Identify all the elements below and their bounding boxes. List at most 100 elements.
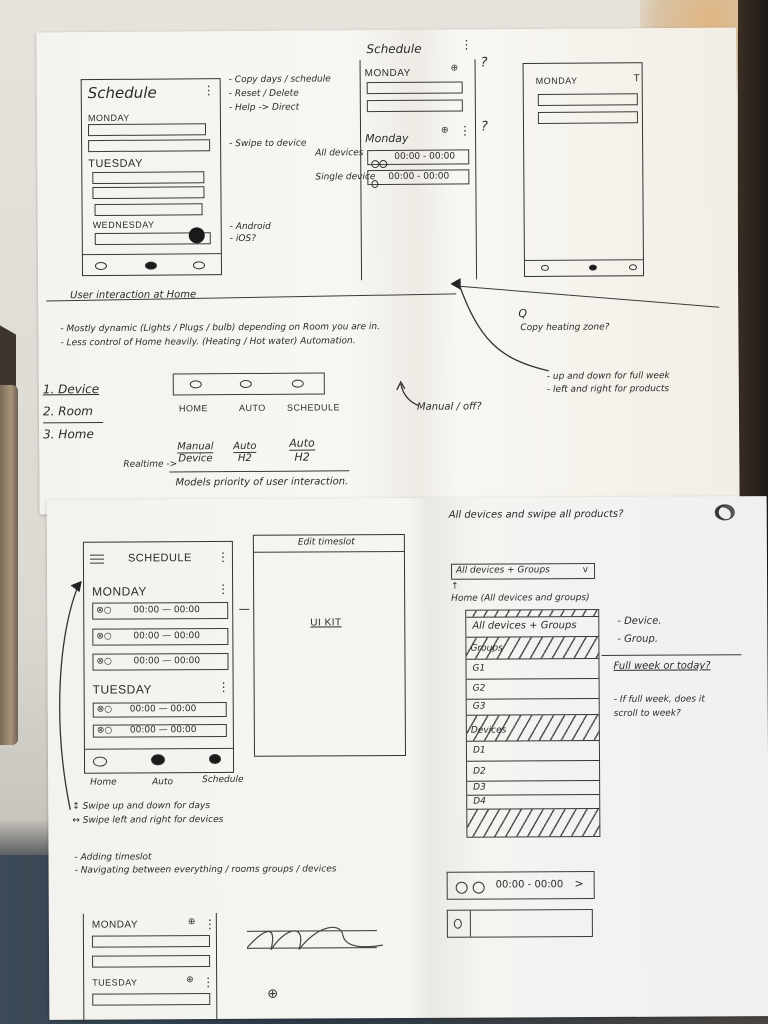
timeslot-placeholder (88, 139, 211, 153)
priority-item: 2. Room (42, 404, 94, 419)
day-label: TUESDAY (92, 977, 138, 988)
list-item: D3 (467, 780, 600, 796)
kebab-menu-icon: ⋮ (458, 123, 471, 138)
question-mark: ? (480, 119, 488, 135)
day-label: MONDAY (92, 584, 147, 599)
annotation-list: - Copy days / schedule - Reset / Delete … (229, 72, 332, 151)
nav-label-auto: AUTO (238, 402, 266, 414)
plus-circle-icon: ⊕ (450, 63, 459, 74)
toggle-icons: ⊗○ (96, 704, 113, 715)
swipe-note: ↔ Swipe left and right for devices (72, 814, 224, 826)
nav-icon (588, 264, 598, 271)
nav-icon-schedule (291, 379, 304, 388)
hamburger-menu-icon (89, 554, 104, 564)
list-item: D2 (467, 760, 600, 782)
priority-item: 1. Device (42, 382, 100, 397)
timeslot-placeholder (366, 99, 463, 113)
chevron-right-icon[interactable]: > (574, 877, 583, 890)
timeslot-placeholder (94, 203, 203, 217)
toggle-icons: ⊗○ (96, 631, 112, 642)
list-item: G3 (466, 699, 599, 716)
priority-item: 3. Home (43, 421, 104, 446)
day-label: WEDNESDAY (92, 219, 155, 231)
scribble (246, 926, 384, 951)
side-note: - Device. (617, 615, 662, 627)
add-fab-plus-circle-icon: ⊕ (267, 986, 279, 1002)
device-row: 00:00 - 00:00 (367, 169, 470, 189)
arrow-up-icon: ↑ (451, 581, 459, 592)
device-list: All devices + Groups Groups G1 G2 G3 Dev… (465, 608, 601, 838)
annotation: - Reset / Delete (228, 88, 299, 100)
toggle-icons: ⊗○ (96, 725, 113, 736)
caption-divider (169, 470, 350, 473)
timeslot-row: ⊗○ 00:00 — 00:00 (92, 601, 229, 620)
list-item: D4 (467, 794, 600, 810)
title-divider (253, 551, 404, 553)
nav-icon-auto (239, 379, 252, 389)
timeslot-placeholder (366, 81, 463, 95)
timeslot-placeholder (92, 993, 211, 1006)
nav-label-schedule: Schedule (202, 774, 244, 786)
week-question: Full week or today? (613, 660, 711, 672)
row-label-all-devices: All devices (315, 148, 364, 159)
list-item: All devices + Groups (466, 617, 599, 638)
day-label: MONDAY (535, 75, 578, 86)
drop-icon (453, 918, 462, 929)
time-range: 00:00 - 00:00 (495, 879, 564, 891)
nav-bar-sketch (172, 372, 325, 396)
timeslot-row: ⊗○ 00:00 — 00:00 (92, 723, 227, 738)
time-range: 00:00 — 00:00 (133, 631, 200, 642)
timeslot-placeholder (537, 93, 638, 106)
time-range: 00:00 - 00:00 (394, 151, 456, 162)
timeslot-row-compact[interactable] (446, 909, 593, 938)
platform-note: - Android (229, 221, 271, 233)
nav-icon-home (189, 380, 202, 389)
nav-icon-home (92, 756, 108, 767)
note-line: - Less control of Home heavily. (Heating… (60, 336, 356, 349)
sketch-title: SCHEDULE (127, 552, 192, 565)
kebab-menu-icon: ⋮ (217, 679, 229, 694)
side-notes: - Device. - Group. (617, 613, 661, 649)
day-label: MONDAY (91, 919, 139, 931)
nav-icon (540, 264, 550, 271)
feature-notes: - Adding timeslot - Navigating between e… (74, 850, 336, 877)
priority-list: 1. Device 2. Room 3. Home (42, 378, 104, 446)
annotation: - Help -> Direct (228, 102, 300, 114)
nav-label-home: Home (90, 777, 117, 788)
arrow-manual (396, 380, 420, 407)
kebab-menu-icon: ⋮ (460, 37, 472, 52)
timeslot-placeholder (92, 186, 205, 200)
sketch-schedule-a: Schedule ⋮ MONDAY TUESDAY WEDNESDAY (80, 78, 223, 277)
list-item: G2 (466, 679, 599, 700)
timeslot-row: ⊗○ 00:00 — 00:00 (92, 701, 227, 718)
swipe-note: - left and right for products (546, 384, 670, 395)
nav-label-schedule: SCHEDULE (286, 402, 341, 413)
sketch-schedule-b: MONDAY ⊕ Monday ⊕ ⋮ 00:00 - 00:00 00:00 … (359, 59, 478, 281)
day-label: TUESDAY (88, 157, 143, 171)
question-mark: ? (480, 55, 488, 71)
sketch-title: Schedule (366, 41, 422, 57)
chevron-down-icon: v (582, 565, 589, 576)
day-label: TUESDAY (92, 682, 152, 697)
priority-caption: Models priority of user interaction. (175, 476, 349, 489)
plus-circle-icon: ⊕ (187, 917, 196, 928)
list-hatch (467, 808, 600, 838)
platform-notes: - Android - iOS? (230, 221, 271, 245)
plus-circle-icon: ⊕ (186, 975, 194, 986)
time-range: 00:00 — 00:00 (129, 725, 197, 736)
plus-circle-icon: ⊕ (440, 125, 449, 136)
annotation: - Copy days / schedule (228, 74, 331, 86)
realtime-label: Realtime -> (123, 459, 178, 470)
time-range: 00:00 — 00:00 (129, 704, 197, 715)
list-item: D1 (466, 741, 600, 762)
priority-fraction: Auto H2 (289, 436, 315, 464)
priority-fraction: Auto H2 (233, 440, 257, 465)
timeslot-row-large[interactable]: 00:00 - 00:00 > (446, 871, 595, 900)
timeslot-placeholder (92, 955, 211, 968)
platform-note: - iOS? (229, 233, 256, 245)
device-icons (455, 879, 485, 898)
nav-icon-home (94, 261, 107, 271)
side-note: - Group. (617, 633, 659, 645)
nav-divider (84, 747, 233, 750)
device-icon (371, 173, 379, 192)
